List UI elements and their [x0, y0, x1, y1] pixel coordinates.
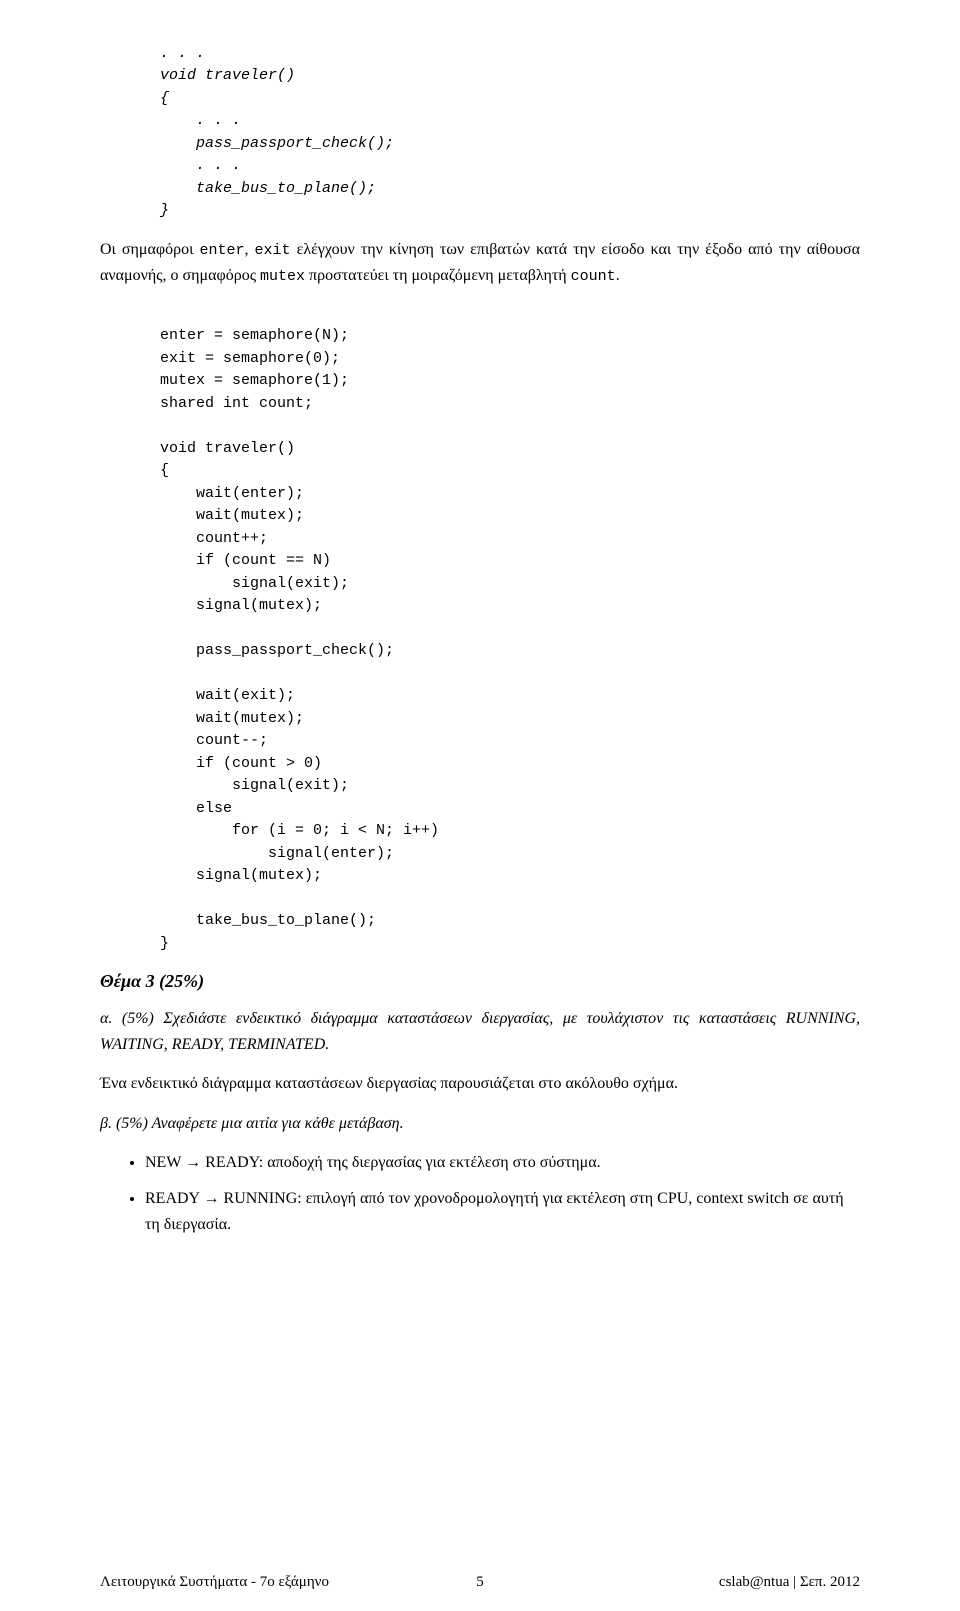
- question-beta-label: β. (5%): [100, 1115, 148, 1132]
- code-line: exit = semaphore(0);: [160, 350, 340, 367]
- list-item: NEW → READY: αποδοχή της διεργασίας για …: [145, 1150, 860, 1176]
- code-line: count++;: [160, 530, 268, 547]
- code-line: take_bus_to_plane();: [160, 912, 376, 929]
- code-line: void traveler(): [160, 67, 295, 84]
- code-line: . . .: [160, 45, 205, 62]
- list-item: READY → RUNNING: επιλογή από τον χρονοδρ…: [145, 1186, 860, 1237]
- code-line: take_bus_to_plane();: [160, 180, 376, 197]
- code-line: signal(enter);: [160, 845, 394, 862]
- footer-left: Λειτουργικά Συστήματα - 7ο εξάμηνο: [100, 1574, 329, 1591]
- code-line: pass_passport_check();: [160, 642, 394, 659]
- code-line: signal(mutex);: [160, 597, 322, 614]
- inline-code-exit: exit: [255, 242, 291, 259]
- code-line: wait(mutex);: [160, 507, 304, 524]
- text: Οι σημαφόροι: [100, 241, 199, 258]
- text: .: [616, 267, 620, 284]
- code-line: {: [160, 90, 169, 107]
- inline-code-count: count: [571, 268, 616, 285]
- code-line: count--;: [160, 732, 268, 749]
- code-block-traveler-full: enter = semaphore(N); exit = semaphore(0…: [160, 303, 860, 956]
- bullet-list-transitions: NEW → READY: αποδοχή της διεργασίας για …: [100, 1150, 860, 1237]
- code-line: . . .: [160, 157, 241, 174]
- code-line: }: [160, 935, 169, 952]
- code-line: wait(mutex);: [160, 710, 304, 727]
- footer-right: cslab@ntua | Σεπ. 2012: [719, 1574, 860, 1591]
- question-alpha-label: α. (5%): [100, 1010, 154, 1027]
- para-semaphore-explain: Οι σημαφόροι enter, exit ελέγχουν την κί…: [100, 237, 860, 289]
- question-alpha: α. (5%) Σχεδιάστε ενδεικτικό διάγραμμα κ…: [100, 1006, 860, 1057]
- code-line: void traveler(): [160, 440, 295, 457]
- code-line: pass_passport_check();: [160, 135, 394, 152]
- code-line: signal(exit);: [160, 777, 349, 794]
- code-line: mutex = semaphore(1);: [160, 372, 349, 389]
- code-line: if (count == N): [160, 552, 331, 569]
- question-beta-text: Αναφέρετε μια αιτία για κάθε μετάβαση.: [148, 1115, 404, 1132]
- code-line: wait(exit);: [160, 687, 295, 704]
- footer-page-number: 5: [476, 1574, 484, 1591]
- code-line: shared int count;: [160, 395, 313, 412]
- code-line: if (count > 0): [160, 755, 322, 772]
- code-line: {: [160, 462, 169, 479]
- code-line: . . .: [160, 112, 241, 129]
- page: . . . void traveler() { . . . pass_passp…: [0, 0, 960, 1611]
- text: ,: [244, 241, 254, 258]
- code-line: signal(mutex);: [160, 867, 322, 884]
- code-line: else: [160, 800, 232, 817]
- inline-code-mutex: mutex: [260, 268, 305, 285]
- text: προστατεύει τη μοιραζόμενη μεταβλητή: [305, 267, 571, 284]
- question-alpha-text: Σχεδιάστε ενδεικτικό διάγραμμα καταστάσε…: [100, 1010, 860, 1053]
- code-line: signal(exit);: [160, 575, 349, 592]
- code-block-traveler-skeleton: . . . void traveler() { . . . pass_passp…: [160, 20, 860, 223]
- code-line: }: [160, 202, 169, 219]
- question-beta: β. (5%) Αναφέρετε μια αιτία για κάθε μετ…: [100, 1111, 860, 1137]
- inline-code-enter: enter: [199, 242, 244, 259]
- code-line: wait(enter);: [160, 485, 304, 502]
- footer: Λειτουργικά Συστήματα - 7ο εξάμηνο 5 csl…: [100, 1574, 860, 1591]
- heading-thema-3: Θέμα 3 (25%): [100, 971, 860, 992]
- code-line: enter = semaphore(N);: [160, 327, 349, 344]
- para-diagram-note: Ένα ενδεικτικό διάγραμμα καταστάσεων διε…: [100, 1071, 860, 1097]
- code-line: for (i = 0; i < N; i++): [160, 822, 439, 839]
